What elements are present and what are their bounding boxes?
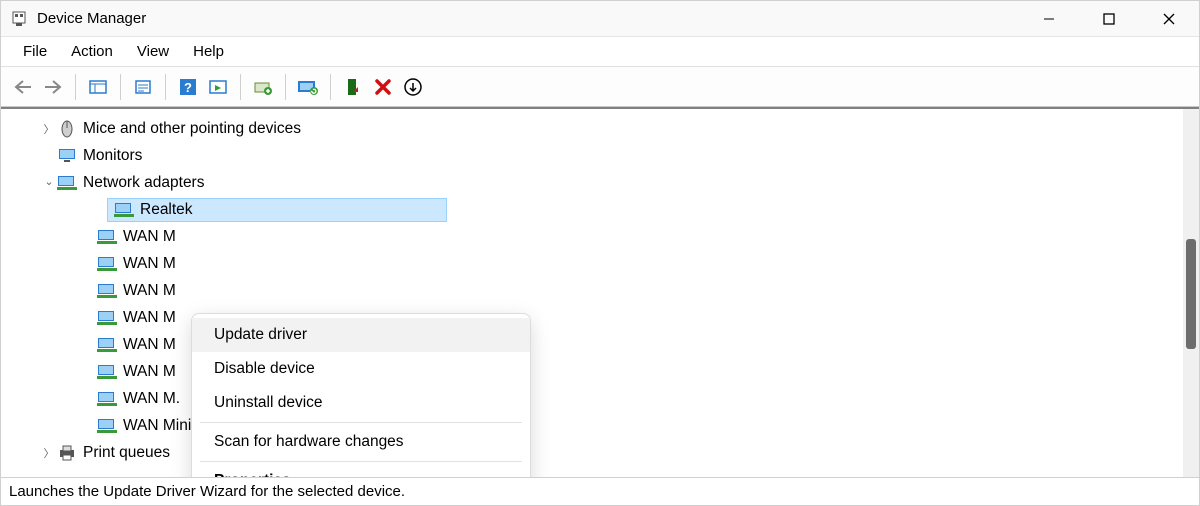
tree-label: Network adapters bbox=[83, 174, 204, 192]
context-menu: Update driver Disable device Uninstall d… bbox=[191, 313, 531, 477]
tree-label: WAN M bbox=[123, 363, 176, 381]
context-menu-disable-device[interactable]: Disable device bbox=[192, 352, 530, 386]
toolbar: ? bbox=[1, 67, 1199, 107]
toolbar-update-driver-button[interactable] bbox=[249, 73, 277, 101]
status-text: Launches the Update Driver Wizard for th… bbox=[9, 483, 405, 500]
toolbar-help-button[interactable]: ? bbox=[174, 73, 202, 101]
expander-placeholder bbox=[41, 148, 57, 164]
menu-view[interactable]: View bbox=[125, 39, 181, 64]
tree-label: Monitors bbox=[83, 147, 142, 165]
tree-item-wan[interactable]: WAN M bbox=[1, 223, 1183, 250]
network-adapter-icon bbox=[97, 364, 117, 380]
tree-item-wan[interactable]: WAN M. bbox=[1, 385, 1183, 412]
svg-text:?: ? bbox=[184, 80, 192, 95]
network-adapter-icon bbox=[97, 310, 117, 326]
printer-icon bbox=[57, 445, 77, 461]
client-area: 〉 Mice and other pointing devices Monito… bbox=[1, 107, 1199, 477]
tree-label: WAN M bbox=[123, 336, 176, 354]
toolbar-back-button[interactable] bbox=[9, 73, 37, 101]
menubar: File Action View Help bbox=[1, 37, 1199, 67]
menu-help[interactable]: Help bbox=[181, 39, 236, 64]
tree-label: Mice and other pointing devices bbox=[83, 120, 301, 138]
toolbar-show-tree-button[interactable] bbox=[84, 73, 112, 101]
context-menu-properties[interactable]: Properties bbox=[192, 464, 530, 477]
maximize-button[interactable] bbox=[1079, 1, 1139, 36]
toolbar-uninstall-button[interactable] bbox=[369, 73, 397, 101]
window-controls bbox=[1019, 1, 1199, 36]
app-icon bbox=[11, 11, 27, 27]
chevron-right-icon[interactable]: 〉 bbox=[41, 445, 57, 461]
network-adapter-icon bbox=[97, 229, 117, 245]
tree-label: Realtek bbox=[140, 201, 193, 219]
tree-label: WAN M bbox=[123, 282, 176, 300]
network-adapter-icon bbox=[97, 283, 117, 299]
monitor-icon bbox=[57, 148, 77, 164]
network-adapter-icon bbox=[97, 256, 117, 272]
context-menu-scan-hardware[interactable]: Scan for hardware changes bbox=[192, 425, 530, 459]
chevron-right-icon[interactable]: 〉 bbox=[41, 121, 57, 137]
menu-action[interactable]: Action bbox=[59, 39, 125, 64]
tree-label: WAN M bbox=[123, 255, 176, 273]
tree-item-wan-sstp[interactable]: WAN Miniport (SSTP) bbox=[1, 412, 1183, 439]
tree-label: WAN M bbox=[123, 309, 176, 327]
context-menu-separator bbox=[200, 461, 522, 462]
tree-item-wan[interactable]: WAN M bbox=[1, 331, 1183, 358]
tree-item-wan[interactable]: WAN M bbox=[1, 277, 1183, 304]
tree-category-monitors[interactable]: Monitors bbox=[1, 142, 1183, 169]
tree-item-wan[interactable]: WAN M bbox=[1, 358, 1183, 385]
scrollbar-thumb[interactable] bbox=[1186, 239, 1196, 349]
context-menu-update-driver[interactable]: Update driver bbox=[192, 318, 530, 352]
network-adapter-icon bbox=[97, 337, 117, 353]
tree-item-wan[interactable]: WAN M bbox=[1, 304, 1183, 331]
tree-category-network[interactable]: ⌄ Network adapters bbox=[1, 169, 1183, 196]
toolbar-add-legacy-button[interactable] bbox=[399, 73, 427, 101]
network-adapter-icon bbox=[97, 418, 117, 434]
tree-item-wan[interactable]: WAN M bbox=[1, 250, 1183, 277]
titlebar: Device Manager bbox=[1, 1, 1199, 37]
device-tree[interactable]: 〉 Mice and other pointing devices Monito… bbox=[1, 109, 1183, 477]
toolbar-forward-button[interactable] bbox=[39, 73, 67, 101]
tree-item-realtek[interactable]: Realtek bbox=[1, 196, 1183, 223]
mouse-icon bbox=[57, 121, 77, 137]
toolbar-scan-button[interactable] bbox=[294, 73, 322, 101]
tree-category-mice[interactable]: 〉 Mice and other pointing devices bbox=[1, 115, 1183, 142]
statusbar: Launches the Update Driver Wizard for th… bbox=[1, 477, 1199, 505]
context-menu-uninstall-device[interactable]: Uninstall device bbox=[192, 386, 530, 420]
tree-category-print-queues[interactable]: 〉 Print queues bbox=[1, 439, 1183, 466]
tree-label: WAN M bbox=[123, 228, 176, 246]
chevron-down-icon[interactable]: ⌄ bbox=[41, 174, 57, 190]
toolbar-action-button[interactable] bbox=[204, 73, 232, 101]
network-adapter-icon bbox=[114, 202, 134, 218]
menu-file[interactable]: File bbox=[11, 39, 59, 64]
window-title: Device Manager bbox=[37, 10, 146, 27]
network-adapter-icon bbox=[57, 175, 77, 191]
toolbar-properties-button[interactable] bbox=[129, 73, 157, 101]
context-menu-separator bbox=[200, 422, 522, 423]
network-adapter-icon bbox=[97, 391, 117, 407]
tree-label: Print queues bbox=[83, 444, 170, 462]
minimize-button[interactable] bbox=[1019, 1, 1079, 36]
tree-label: WAN M. bbox=[123, 390, 180, 408]
close-button[interactable] bbox=[1139, 1, 1199, 36]
vertical-scrollbar[interactable] bbox=[1183, 109, 1199, 477]
toolbar-disable-button[interactable] bbox=[339, 73, 367, 101]
